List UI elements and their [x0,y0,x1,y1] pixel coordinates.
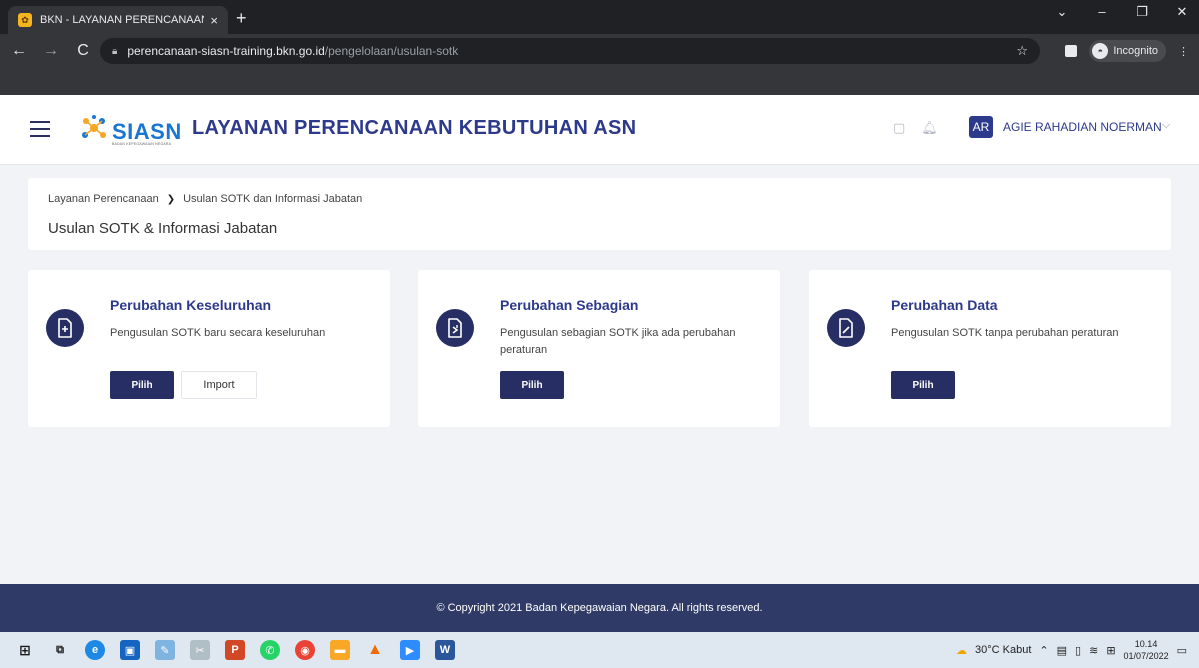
message-icon[interactable]: ▢ [893,120,905,136]
whatsapp-icon[interactable]: ✆ [260,640,280,660]
forward-icon[interactable]: → [38,42,64,60]
card-title: Perubahan Sebagian [500,297,639,313]
clock-date: 01/07/2022 [1123,651,1169,661]
browser-tab-bar: ✿ BKN - LAYANAN PERENCANAAN × + ⌄ – ❐ ✕ [0,0,1199,34]
breadcrumb-item-layanan[interactable]: Layanan Perencanaan [48,193,159,205]
tray-overflow-icon[interactable]: ⌃ [1039,644,1048,657]
app-title: LAYANAN PERENCANAAN KEBUTUHAN ASN [192,117,637,139]
incognito-label: Incognito [1113,45,1158,57]
browser-menu-icon[interactable]: ⋮ [1178,45,1189,58]
zoom-icon[interactable]: ▶ [400,640,420,660]
system-tray: ☁︎ 30°C Kabut ⌃ ▤ ▯ ≋ ⊞ 10.14 01/07/2022… [956,632,1187,668]
pilih-button[interactable]: Pilih [110,371,174,399]
file-pencil-icon [827,309,865,347]
card-description: Pengusulan SOTK tanpa perubahan peratura… [891,327,1119,339]
toolbar-right: ◓ Incognito ⋮ [1065,40,1189,62]
copyright-text: © Copyright 2021 Badan Kepegawaian Negar… [436,602,763,614]
pilih-button[interactable]: Pilih [500,371,564,399]
weather-icon: ☁︎ [956,644,968,657]
menu-toggle-icon[interactable] [30,121,50,137]
card-perubahan-keseluruhan: Perubahan Keseluruhan Pengusulan SOTK ba… [28,270,390,427]
footer: © Copyright 2021 Badan Kepegawaian Negar… [0,584,1199,632]
browser-toolbar: ← → C 🔒︎ perencanaan-siasn-training.bkn.… [0,34,1199,68]
word-icon[interactable]: W [435,640,455,660]
app-header: SIASN BADAN KEPEGAWAIAN NEGARA LAYANAN P… [0,95,1199,165]
minimize-button[interactable]: – [1093,4,1111,20]
breadcrumb-separator-icon: ❯ [166,193,176,205]
snipping-tool-icon[interactable]: ✂ [190,640,210,660]
close-window-button[interactable]: ✕ [1173,4,1191,20]
weather-text[interactable]: 30°C Kabut [975,644,1031,656]
chevron-down-icon[interactable]: ⌵ [1162,119,1170,132]
page-header-card: Layanan Perencanaan ❯ Usulan SOTK dan In… [28,178,1171,250]
bookmark-star-icon[interactable]: ☆ [1016,43,1028,59]
vlc-icon[interactable]: ▲ [365,640,385,660]
powerpoint-icon[interactable]: P [225,640,245,660]
windows-taskbar: ⊞ ⧉ e ▣ ✎ ✂ P ✆ ◉ ▬ ▲ ▶ W ☁︎ 30°C Kabut … [0,632,1199,668]
battery-icon[interactable]: ▯ [1075,644,1081,657]
card-perubahan-sebagian: Perubahan Sebagian Pengusulan sebagian S… [418,270,780,427]
lock-icon[interactable]: 🔒︎ [112,46,117,57]
language-icon[interactable]: ⊞ [1106,644,1115,657]
incognito-badge[interactable]: ◓ Incognito [1089,40,1166,62]
browser-tab[interactable]: ✿ BKN - LAYANAN PERENCANAAN × [8,6,228,34]
network-icon[interactable]: ▤ [1057,644,1067,657]
url-host: perencanaan-siasn-training.bkn.go.id [127,44,325,58]
store-icon[interactable]: ▣ [120,640,140,660]
bell-icon[interactable]: 🔔︎ [921,120,938,136]
notification-icon[interactable]: ▭ [1177,644,1187,657]
address-bar[interactable]: 🔒︎ perencanaan-siasn-training.bkn.go.id /… [100,38,1040,64]
pilih-button[interactable]: Pilih [891,371,955,399]
tab-search-icon[interactable]: ⌄ [1053,4,1071,20]
page-title: Usulan SOTK & Informasi Jabatan [48,220,278,237]
new-tab-button[interactable]: + [236,8,247,28]
edge-icon[interactable]: e [85,640,105,660]
wifi-icon[interactable]: ≋ [1089,644,1098,657]
breadcrumb: Layanan Perencanaan ❯ Usulan SOTK dan In… [48,193,362,205]
url-path: /pengelolaan/usulan-sotk [324,44,459,58]
paint-icon[interactable]: ✎ [155,640,175,660]
card-perubahan-data: Perubahan Data Pengusulan SOTK tanpa per… [809,270,1171,427]
clock-time: 10.14 [1134,639,1158,649]
file-explorer-icon[interactable]: ▬ [330,640,350,660]
header-icons: ▢ 🔔︎ [893,120,938,136]
tab-title: BKN - LAYANAN PERENCANAAN [40,14,205,26]
tab-close-icon[interactable]: × [210,13,218,28]
windows-start-icon[interactable]: ⊞ [15,640,35,660]
file-edit-partial-icon [436,309,474,347]
window-controls: ⌄ – ❐ ✕ [1053,4,1191,20]
card-description: Pengusulan SOTK baru secara keseluruhan [110,327,326,339]
chrome-icon[interactable]: ◉ [295,640,315,660]
restore-button[interactable]: ❐ [1133,4,1151,20]
card-title: Perubahan Data [891,297,998,313]
siasn-logo[interactable]: SIASN BADAN KEPEGAWAIAN NEGARA [78,112,182,146]
breadcrumb-item-current: Usulan SOTK dan Informasi Jabatan [183,193,363,205]
user-name[interactable]: AGIE RAHADIAN NOERMAN [1003,120,1162,134]
import-button[interactable]: Import [181,371,257,399]
logo-wordmark: SIASN [112,119,182,144]
site-favicon-icon: ✿ [18,13,32,27]
clock[interactable]: 10.14 01/07/2022 [1124,638,1169,662]
card-title: Perubahan Keseluruhan [110,297,272,313]
reload-icon[interactable]: C [70,42,96,60]
task-view-icon[interactable]: ⧉ [50,640,70,660]
bookmark-strip [0,68,1199,95]
logo-subtext: BADAN KEPEGAWAIAN NEGARA [112,142,172,146]
back-icon[interactable]: ← [6,42,32,60]
siasn-logo-mark-icon [82,115,106,138]
card-description: Pengusulan sebagian SOTK jika ada peruba… [500,327,736,356]
side-panel-icon[interactable] [1065,45,1078,57]
file-plus-icon [46,309,84,347]
avatar[interactable]: AR [969,116,993,138]
incognito-icon: ◓ [1092,43,1109,59]
